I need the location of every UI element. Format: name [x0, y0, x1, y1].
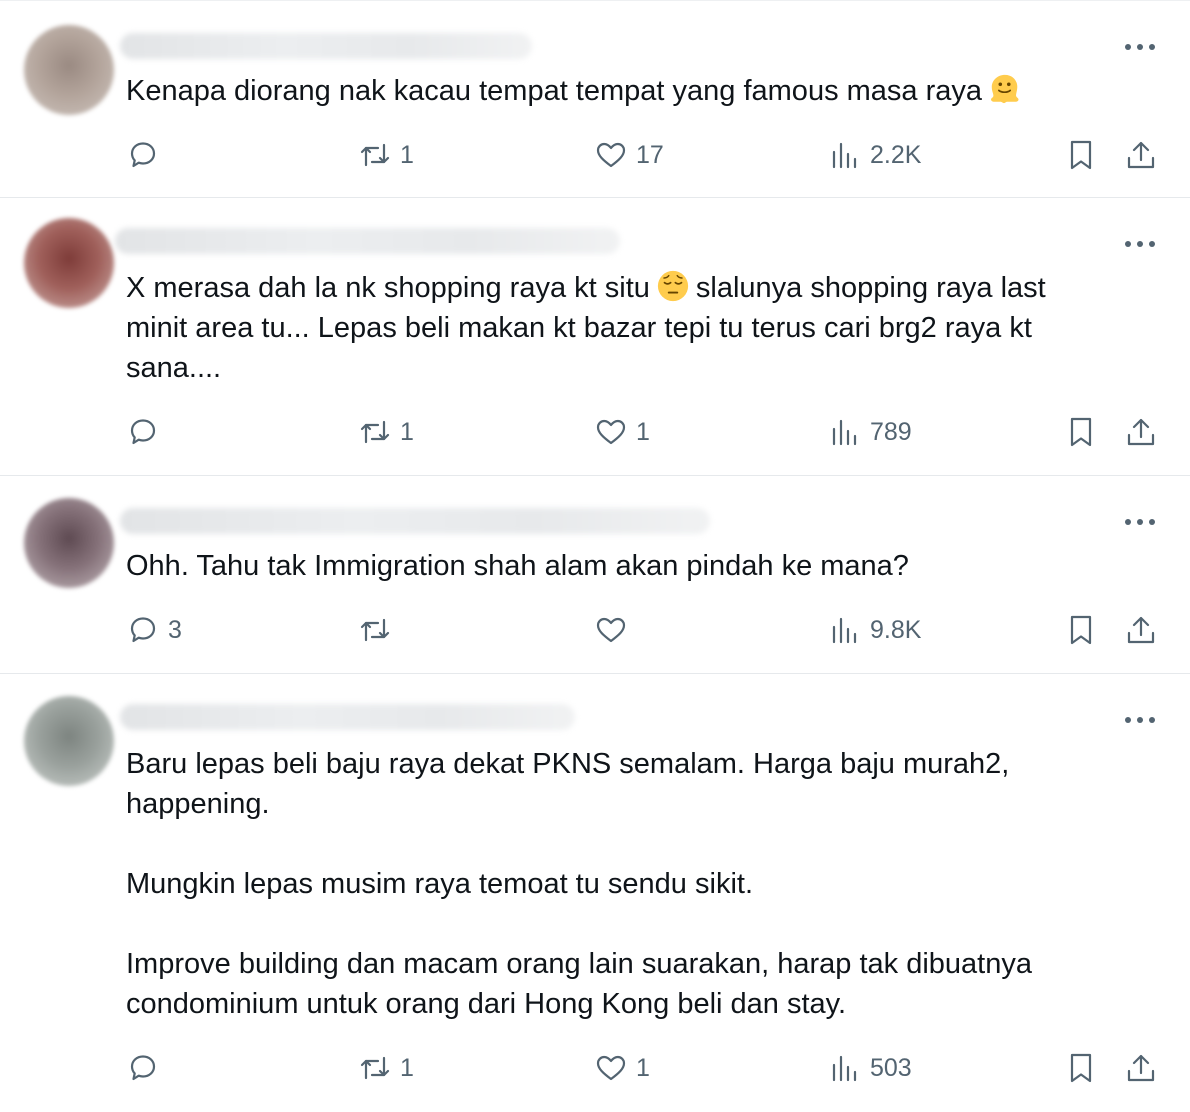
- username-blurred[interactable]: [120, 508, 710, 534]
- reply-count: 3: [168, 615, 182, 644]
- views-count: 2.2K: [870, 140, 922, 169]
- tweet-2[interactable]: X merasa dah la nk shopping raya kt situ…: [0, 198, 1190, 476]
- more-options-icon[interactable]: [1122, 234, 1158, 254]
- more-options-icon[interactable]: [1122, 37, 1158, 57]
- bookmark-button[interactable]: [1064, 133, 1098, 177]
- tweet-text-body: Kenapa diorang nak kacau tempat tempat y…: [126, 75, 983, 107]
- bookmark-icon: [1070, 1053, 1092, 1083]
- bookmark-icon: [1070, 140, 1092, 170]
- retweet-button[interactable]: 1: [358, 410, 414, 454]
- melting-face-emoji-icon: [991, 74, 1019, 104]
- like-count: 1: [636, 1053, 650, 1082]
- heart-icon: [596, 1055, 626, 1081]
- views-count: 503: [870, 1053, 912, 1082]
- avatar[interactable]: [24, 696, 114, 786]
- reply-button[interactable]: 3: [126, 608, 182, 652]
- bookmark-icon: [1070, 615, 1092, 645]
- share-icon: [1127, 1054, 1155, 1082]
- avatar[interactable]: [24, 218, 114, 308]
- heart-icon: [596, 142, 626, 168]
- tweet-actions: 1 1 503: [0, 1046, 1190, 1090]
- retweet-count: 1: [400, 1053, 414, 1082]
- pensive-face-emoji-icon: [657, 270, 689, 302]
- retweet-icon: [360, 143, 390, 167]
- tweet-text: Ohh. Tahu tak Immigration shah alam akan…: [126, 546, 1110, 586]
- more-options-icon[interactable]: [1122, 710, 1158, 730]
- more-options-icon[interactable]: [1122, 512, 1158, 532]
- views-chart-icon: [832, 617, 857, 644]
- views-chart-icon: [832, 419, 857, 446]
- tweet-text-body: Ohh. Tahu tak Immigration shah alam akan…: [126, 550, 909, 582]
- retweet-icon: [360, 1056, 390, 1080]
- reply-icon: [130, 617, 156, 643]
- views-count: 789: [870, 417, 912, 446]
- retweet-button[interactable]: 1: [358, 133, 414, 177]
- tweet-3[interactable]: Ohh. Tahu tak Immigration shah alam akan…: [0, 476, 1190, 674]
- views-button[interactable]: 9.8K: [828, 608, 921, 652]
- views-button[interactable]: 503: [828, 1046, 912, 1090]
- tweet-actions: 3 9.8K: [0, 608, 1190, 652]
- tweet-text-body: Baru lepas beli baju raya dekat PKNS sem…: [126, 748, 1032, 1020]
- share-button[interactable]: [1124, 1046, 1158, 1090]
- like-count: 1: [636, 417, 650, 446]
- tweet-1[interactable]: Kenapa diorang nak kacau tempat tempat y…: [0, 0, 1190, 198]
- retweet-count: 1: [400, 140, 414, 169]
- retweet-count: 1: [400, 417, 414, 446]
- reply-icon: [130, 142, 156, 168]
- reply-button[interactable]: [126, 133, 168, 177]
- reply-icon: [130, 1055, 156, 1081]
- share-button[interactable]: [1124, 410, 1158, 454]
- views-button[interactable]: 2.2K: [828, 133, 921, 177]
- username-blurred[interactable]: [120, 704, 575, 730]
- avatar[interactable]: [24, 498, 114, 588]
- tweet-actions: 1 1 789: [0, 410, 1190, 454]
- tweet-text: Kenapa diorang nak kacau tempat tempat y…: [126, 71, 1110, 111]
- tweet-4[interactable]: Baru lepas beli baju raya dekat PKNS sem…: [0, 674, 1190, 1112]
- bookmark-icon: [1070, 417, 1092, 447]
- retweet-button[interactable]: 1: [358, 1046, 414, 1090]
- share-icon: [1127, 141, 1155, 169]
- tweet-text: X merasa dah la nk shopping raya kt situ…: [126, 268, 1110, 388]
- avatar[interactable]: [24, 25, 114, 115]
- like-button[interactable]: 1: [594, 1046, 650, 1090]
- username-blurred[interactable]: [120, 33, 532, 59]
- heart-icon: [596, 419, 626, 445]
- tweet-text: Baru lepas beli baju raya dekat PKNS sem…: [126, 744, 1110, 1024]
- reply-icon: [130, 419, 156, 445]
- retweet-button[interactable]: [358, 608, 400, 652]
- like-button[interactable]: 1: [594, 410, 650, 454]
- share-icon: [1127, 616, 1155, 644]
- like-count: 17: [636, 140, 664, 169]
- tweet-actions: 1 17 2.2K: [0, 133, 1190, 177]
- bookmark-button[interactable]: [1064, 1046, 1098, 1090]
- views-count: 9.8K: [870, 615, 922, 644]
- bookmark-button[interactable]: [1064, 410, 1098, 454]
- share-icon: [1127, 418, 1155, 446]
- reply-button[interactable]: [126, 1046, 168, 1090]
- like-button[interactable]: [594, 608, 636, 652]
- heart-icon: [596, 617, 626, 643]
- views-button[interactable]: 789: [828, 410, 912, 454]
- like-button[interactable]: 17: [594, 133, 664, 177]
- views-chart-icon: [832, 142, 857, 169]
- retweet-icon: [360, 420, 390, 444]
- tweet-text-part-1: X merasa dah la nk shopping raya kt situ: [126, 272, 650, 304]
- bookmark-button[interactable]: [1064, 608, 1098, 652]
- share-button[interactable]: [1124, 133, 1158, 177]
- views-chart-icon: [832, 1055, 857, 1082]
- share-button[interactable]: [1124, 608, 1158, 652]
- retweet-icon: [360, 618, 390, 642]
- username-blurred[interactable]: [115, 228, 620, 254]
- reply-button[interactable]: [126, 410, 168, 454]
